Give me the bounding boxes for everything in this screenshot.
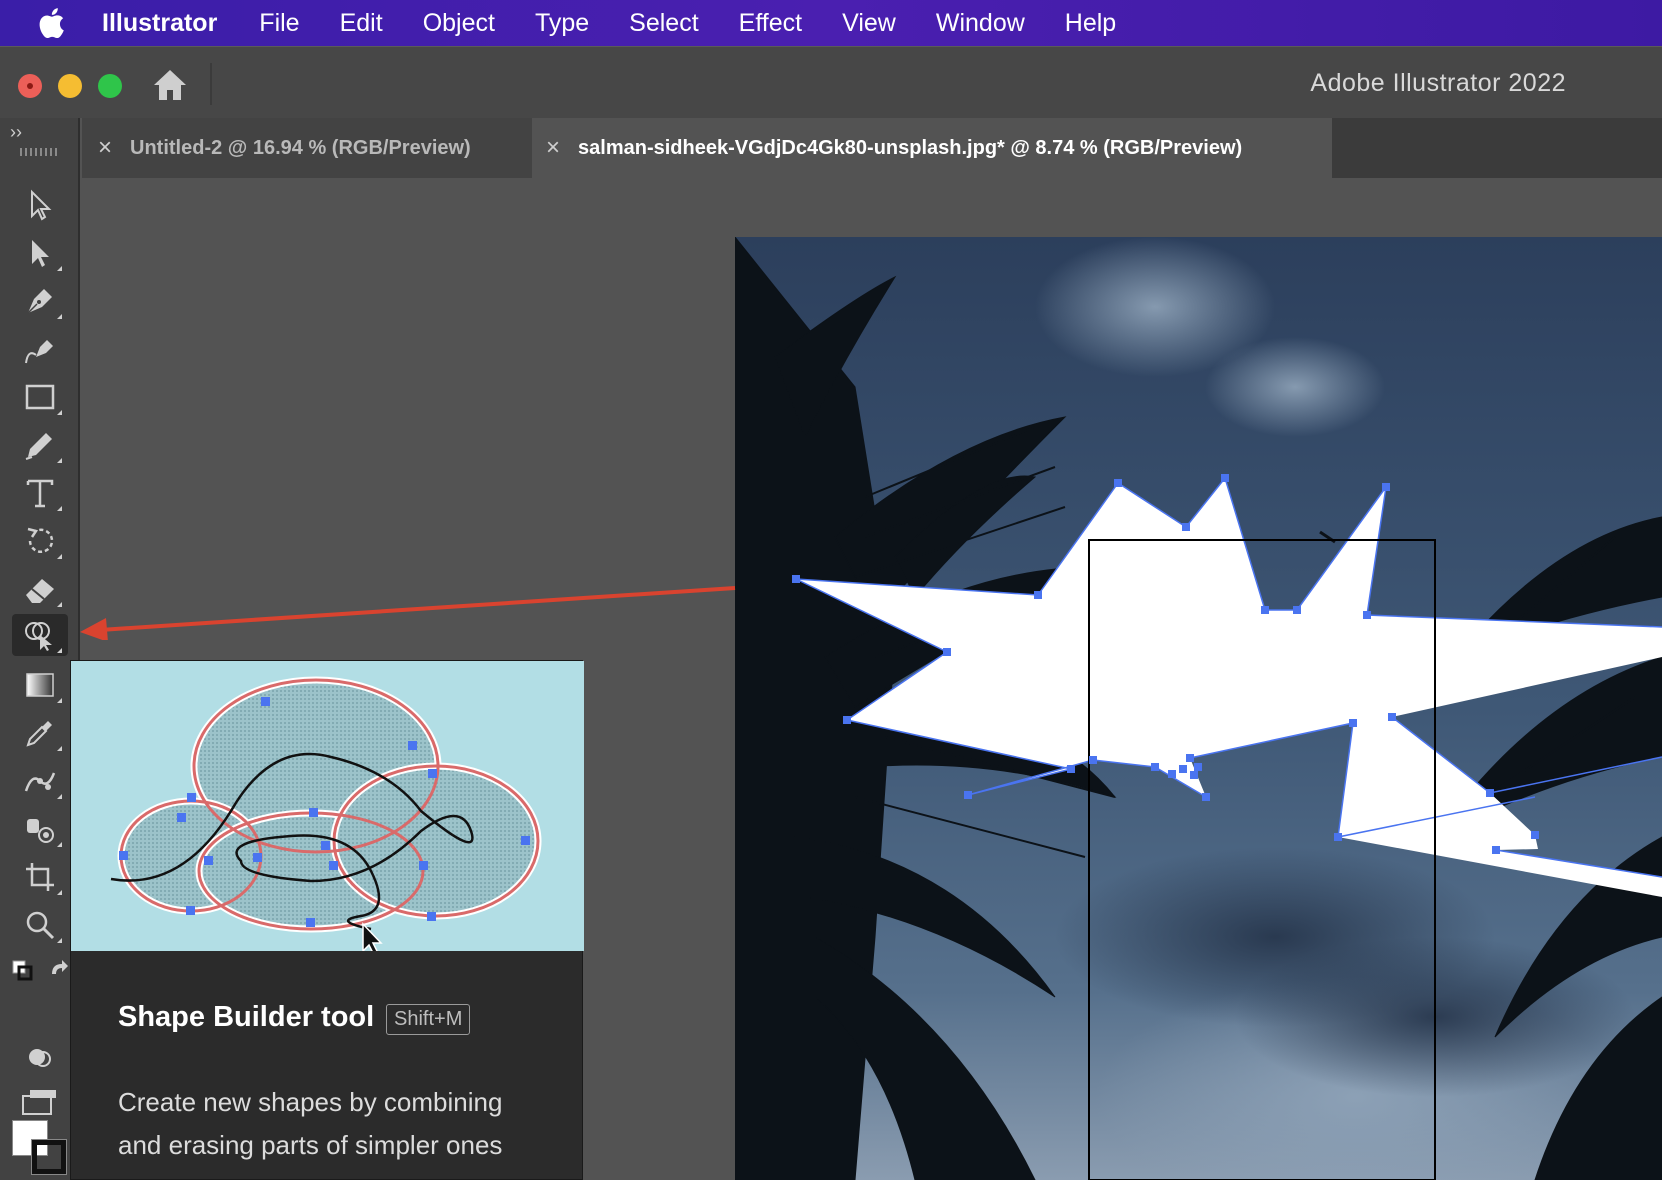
close-tab-icon[interactable]: × (98, 134, 112, 162)
symbol-sprayer-tool-icon (27, 819, 54, 843)
tab-label: Untitled-2 @ 16.94 % (RGB/Preview) (130, 136, 471, 159)
type-tool-icon (26, 479, 54, 508)
curvature-tool-icon (25, 340, 53, 364)
stroke-color-swatch[interactable] (31, 1139, 67, 1175)
tooltip-shortcut-badge: Shift+M (386, 1004, 471, 1035)
panel-grip[interactable] (20, 148, 60, 156)
menu-view[interactable]: View (842, 9, 896, 38)
selection-tool[interactable] (12, 184, 68, 226)
apple-menu-icon[interactable] (36, 7, 66, 39)
eraser-tool-icon (26, 579, 54, 603)
shape-builder-tool-icon (25, 622, 52, 651)
pencil-tool-icon (25, 433, 52, 460)
tooltip-title: Shape Builder tool (118, 1001, 375, 1033)
swap-fill-stroke-icon[interactable] (48, 958, 72, 982)
photo-and-shape (735, 237, 1662, 1180)
shape-builder-illustration (71, 661, 584, 951)
home-icon[interactable] (151, 67, 189, 103)
menu-edit[interactable]: Edit (340, 9, 383, 38)
zoom-tool[interactable] (12, 904, 68, 946)
tab-untitled-2[interactable]: × Untitled-2 @ 16.94 % (RGB/Preview) (82, 118, 532, 178)
menu-select[interactable]: Select (629, 9, 698, 38)
screen-mode-icon[interactable] (20, 1086, 58, 1116)
tool-tooltip: Shape Builder tool Shift+M Create new sh… (70, 660, 584, 1180)
annotation-arrow (80, 586, 736, 640)
menu-type[interactable]: Type (535, 9, 589, 38)
artboard-image[interactable] (735, 237, 1662, 1180)
menu-window[interactable]: Window (936, 9, 1025, 38)
rectangle-tool[interactable] (12, 376, 68, 418)
puppet-warp-tool[interactable] (12, 760, 68, 802)
eraser-tool[interactable] (12, 568, 68, 610)
direct-selection-tool[interactable] (12, 232, 68, 274)
pen-tool[interactable] (12, 280, 68, 322)
menu-app-name[interactable]: Illustrator (102, 9, 217, 38)
puppet-warp-tool-icon (24, 772, 56, 792)
gradient-tool-icon (26, 673, 54, 697)
direct-selection-tool-icon (32, 240, 49, 267)
collapse-panel-button[interactable]: ›› (10, 122, 22, 143)
type-tool[interactable] (12, 472, 68, 514)
minimize-window-button[interactable] (58, 74, 82, 98)
app-window-title: Adobe Illustrator 2022 (1310, 69, 1566, 97)
close-window-button[interactable] (18, 74, 42, 98)
drawing-modes-icon[interactable] (24, 1042, 54, 1072)
tab-label: salman-sidheek-VGdjDc4Gk80-unsplash.jpg*… (578, 136, 1243, 159)
macos-menu-bar: Illustrator File Edit Object Type Select… (0, 0, 1662, 46)
curvature-tool[interactable] (12, 328, 68, 370)
symbol-sprayer-tool[interactable] (12, 808, 68, 850)
default-fill-stroke-icon[interactable] (10, 958, 34, 982)
pencil-tool[interactable] (12, 424, 68, 466)
menu-file[interactable]: File (259, 9, 299, 38)
rotate-tool-icon (27, 527, 54, 554)
gradient-tool[interactable] (12, 664, 68, 706)
rotate-tool[interactable] (12, 520, 68, 562)
close-tab-icon[interactable]: × (546, 134, 560, 162)
artboard-tool[interactable] (12, 856, 68, 898)
titlebar-divider (210, 63, 212, 105)
menu-help[interactable]: Help (1065, 9, 1116, 38)
zoom-tool-icon (26, 911, 55, 940)
eyedropper-tool-icon (26, 721, 52, 747)
pen-tool-icon (27, 289, 52, 314)
tab-salman-sidheek-jpg[interactable]: × salman-sidheek-VGdjDc4Gk80-unsplash.jp… (532, 118, 1332, 178)
window-title-bar: Adobe Illustrator 2022 (0, 46, 1662, 118)
zoom-window-button[interactable] (98, 74, 122, 98)
tooltip-description: Create new shapes by combining and erasi… (118, 1087, 503, 1160)
eyedropper-tool[interactable] (12, 712, 68, 754)
rectangle-tool-icon (25, 384, 55, 410)
selection-tool-icon (31, 189, 52, 221)
menu-object[interactable]: Object (423, 9, 495, 38)
tools-panel: ›› (0, 118, 80, 1180)
menu-effect[interactable]: Effect (739, 9, 802, 38)
shape-builder-tool[interactable] (12, 614, 68, 656)
document-tab-bar: × Untitled-2 @ 16.94 % (RGB/Preview) × s… (82, 118, 1662, 178)
artboard-tool-icon (26, 863, 54, 891)
